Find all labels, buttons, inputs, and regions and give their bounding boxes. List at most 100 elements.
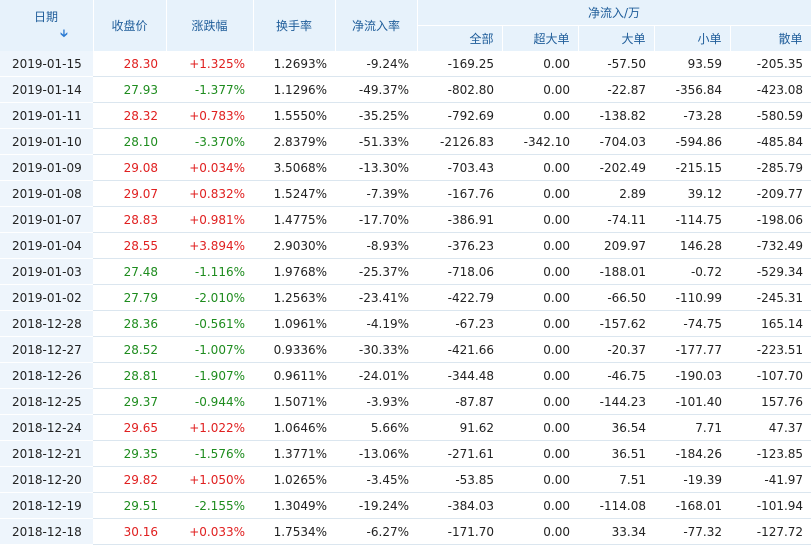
cell-close: 30.16 <box>93 518 166 545</box>
cell-change: -1.116% <box>166 258 253 285</box>
cell-turnover: 1.3049% <box>253 492 335 519</box>
cell-retail: -205.35 <box>730 51 811 77</box>
cell-super-large: 0.00 <box>502 336 578 363</box>
cell-date: 2019-01-09 <box>0 154 93 181</box>
cell-turnover: 1.0265% <box>253 466 335 493</box>
column-header-close[interactable]: 收盘价 <box>93 0 167 51</box>
cell-date: 2018-12-19 <box>0 492 93 519</box>
cell-small: 146.28 <box>654 232 730 259</box>
cell-all: -2126.83 <box>417 128 502 155</box>
cell-date: 2019-01-02 <box>0 284 93 311</box>
cell-date: 2019-01-07 <box>0 206 93 233</box>
cell-small: -19.39 <box>654 466 730 493</box>
cell-retail: -485.84 <box>730 128 811 155</box>
cell-close: 29.08 <box>93 154 166 181</box>
cell-large: -144.23 <box>578 388 654 415</box>
cell-close: 27.79 <box>93 284 166 311</box>
column-header-large[interactable]: 大单 <box>578 25 655 51</box>
cell-all: -67.23 <box>417 310 502 337</box>
cell-date: 2018-12-26 <box>0 362 93 389</box>
cell-retail: -41.97 <box>730 466 811 493</box>
cell-retail: -198.06 <box>730 206 811 233</box>
cell-change: -1.007% <box>166 336 253 363</box>
cell-turnover: 1.0961% <box>253 310 335 337</box>
cell-all: -792.69 <box>417 102 502 129</box>
cell-super-large: 0.00 <box>502 76 578 103</box>
cell-date: 2018-12-27 <box>0 336 93 363</box>
cell-super-large: 0.00 <box>502 51 578 77</box>
cell-retail: -223.51 <box>730 336 811 363</box>
table-row: 2018-12-25 29.37 -0.944% 1.5071% -3.93% -87.8… <box>0 388 811 415</box>
cell-close: 28.81 <box>93 362 166 389</box>
cell-turnover: 1.7534% <box>253 518 335 545</box>
cell-change: +1.050% <box>166 466 253 493</box>
cell-small: -215.15 <box>654 154 730 181</box>
cell-change: +0.832% <box>166 180 253 207</box>
table-row: 2019-01-14 27.93 -1.377% 1.1296% -49.37% -802… <box>0 76 811 103</box>
cell-retail: -127.72 <box>730 518 811 545</box>
cell-change: +0.783% <box>166 102 253 129</box>
cell-retail: -732.49 <box>730 232 811 259</box>
cell-large: -157.62 <box>578 310 654 337</box>
column-header-turnover[interactable]: 换手率 <box>253 0 336 51</box>
cell-retail: -107.70 <box>730 362 811 389</box>
cell-turnover: 1.9768% <box>253 258 335 285</box>
cell-super-large: 0.00 <box>502 232 578 259</box>
cell-close: 29.65 <box>93 414 166 441</box>
column-header-date[interactable]: 日期🡳 <box>0 0 94 51</box>
cell-change: -1.377% <box>166 76 253 103</box>
cell-change: +1.022% <box>166 414 253 441</box>
column-header-all[interactable]: 全部 <box>417 25 503 51</box>
cell-super-large: -342.10 <box>502 128 578 155</box>
cell-all: -87.87 <box>417 388 502 415</box>
column-header-retail[interactable]: 散单 <box>730 25 811 51</box>
cell-super-large: 0.00 <box>502 518 578 545</box>
table-row: 2018-12-28 28.36 -0.561% 1.0961% -4.19% -67.2… <box>0 310 811 337</box>
cell-all: -344.48 <box>417 362 502 389</box>
cell-all: -53.85 <box>417 466 502 493</box>
cell-date: 2019-01-14 <box>0 76 93 103</box>
cell-large: -114.08 <box>578 492 654 519</box>
cell-close: 27.48 <box>93 258 166 285</box>
cell-net-rate: -7.39% <box>335 180 417 207</box>
arrow-down-icon[interactable]: 🡳 <box>60 25 68 44</box>
cell-close: 28.83 <box>93 206 166 233</box>
cell-small: 93.59 <box>654 51 730 77</box>
cell-date: 2018-12-20 <box>0 466 93 493</box>
cell-close: 28.32 <box>93 102 166 129</box>
cell-close: 28.30 <box>93 51 166 77</box>
column-header-super-large[interactable]: 超大单 <box>502 25 579 51</box>
cell-super-large: 0.00 <box>502 466 578 493</box>
capital-flow-table: 日期🡳 收盘价 涨跌幅 换手率 净流入率 净流入/万 全部 超大单 大单 小单 … <box>0 0 811 545</box>
cell-turnover: 1.2693% <box>253 51 335 77</box>
column-header-change[interactable]: 涨跌幅 <box>166 0 254 51</box>
cell-date: 2019-01-15 <box>0 51 93 77</box>
cell-all: -386.91 <box>417 206 502 233</box>
cell-net-rate: -6.27% <box>335 518 417 545</box>
cell-large: -138.82 <box>578 102 654 129</box>
cell-all: -171.70 <box>417 518 502 545</box>
cell-small: 7.71 <box>654 414 730 441</box>
cell-large: 7.51 <box>578 466 654 493</box>
cell-close: 29.51 <box>93 492 166 519</box>
cell-small: -356.84 <box>654 76 730 103</box>
column-header-small[interactable]: 小单 <box>654 25 731 51</box>
cell-super-large: 0.00 <box>502 362 578 389</box>
cell-all: -703.43 <box>417 154 502 181</box>
table-row: 2018-12-18 30.16 +0.033% 1.7534% -6.27% -171.… <box>0 518 811 545</box>
cell-super-large: 0.00 <box>502 102 578 129</box>
cell-turnover: 2.8379% <box>253 128 335 155</box>
cell-large: 33.34 <box>578 518 654 545</box>
cell-all: -422.79 <box>417 284 502 311</box>
cell-turnover: 1.0646% <box>253 414 335 441</box>
cell-close: 28.55 <box>93 232 166 259</box>
table-row: 2019-01-04 28.55 +3.894% 2.9030% -8.93% -376.… <box>0 232 811 259</box>
cell-turnover: 2.9030% <box>253 232 335 259</box>
column-header-net-rate[interactable]: 净流入率 <box>335 0 418 51</box>
cell-net-rate: -13.06% <box>335 440 417 467</box>
cell-small: -168.01 <box>654 492 730 519</box>
cell-date: 2018-12-28 <box>0 310 93 337</box>
cell-large: -704.03 <box>578 128 654 155</box>
cell-change: -3.370% <box>166 128 253 155</box>
cell-change: -2.155% <box>166 492 253 519</box>
